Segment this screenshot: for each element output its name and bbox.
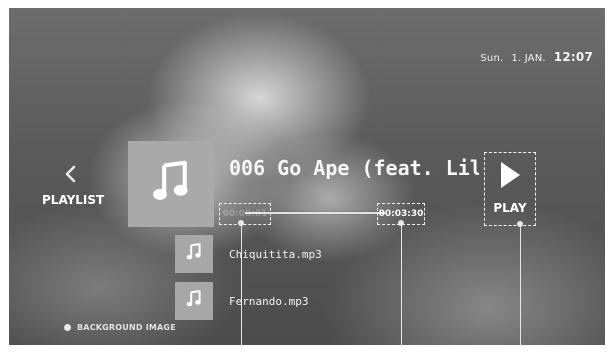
track-thumbnail [175, 282, 213, 320]
music-note-icon [185, 243, 203, 265]
background-image-label: BACKGROUND IMAGE [64, 323, 176, 332]
day-text: Sun. [480, 53, 504, 64]
track-thumbnail [175, 235, 213, 273]
music-note-icon [185, 290, 203, 312]
total-time-text: 00:03:30 [378, 209, 424, 219]
current-time-text: 00:00:01 [222, 209, 268, 219]
play-label: PLAY [493, 201, 527, 215]
playlist-item-chiquitita[interactable]: Chiquitita.mp3 [175, 235, 322, 273]
datetime: Sun. 1. JAN. 12:07 [480, 50, 593, 64]
play-icon [499, 161, 521, 193]
background-image-text: BACKGROUND IMAGE [77, 323, 176, 332]
track-name: Chiquitita.mp3 [229, 247, 322, 261]
guide-line [401, 223, 402, 345]
music-note-icon [149, 160, 193, 208]
track-title: 006 Go Ape (feat. Lil' [229, 156, 479, 180]
album-art [128, 141, 214, 227]
media-player-screen: Sun. 1. JAN. 12:07 PLAYLIST 006 Go Ape (… [9, 8, 605, 345]
bullet-dot-icon [64, 324, 71, 331]
time-text: 12:07 [553, 50, 593, 64]
play-button[interactable]: PLAY [484, 152, 536, 226]
current-time: 00:00:01 [219, 203, 271, 225]
track-name: Fernando.mp3 [229, 294, 309, 308]
date-text: 1. JAN. [511, 53, 546, 64]
playlist-label[interactable]: PLAYLIST [42, 193, 104, 207]
guide-line [520, 224, 521, 345]
chevron-left-icon[interactable] [61, 164, 81, 184]
playlist-item-fernando[interactable]: Fernando.mp3 [175, 282, 308, 320]
